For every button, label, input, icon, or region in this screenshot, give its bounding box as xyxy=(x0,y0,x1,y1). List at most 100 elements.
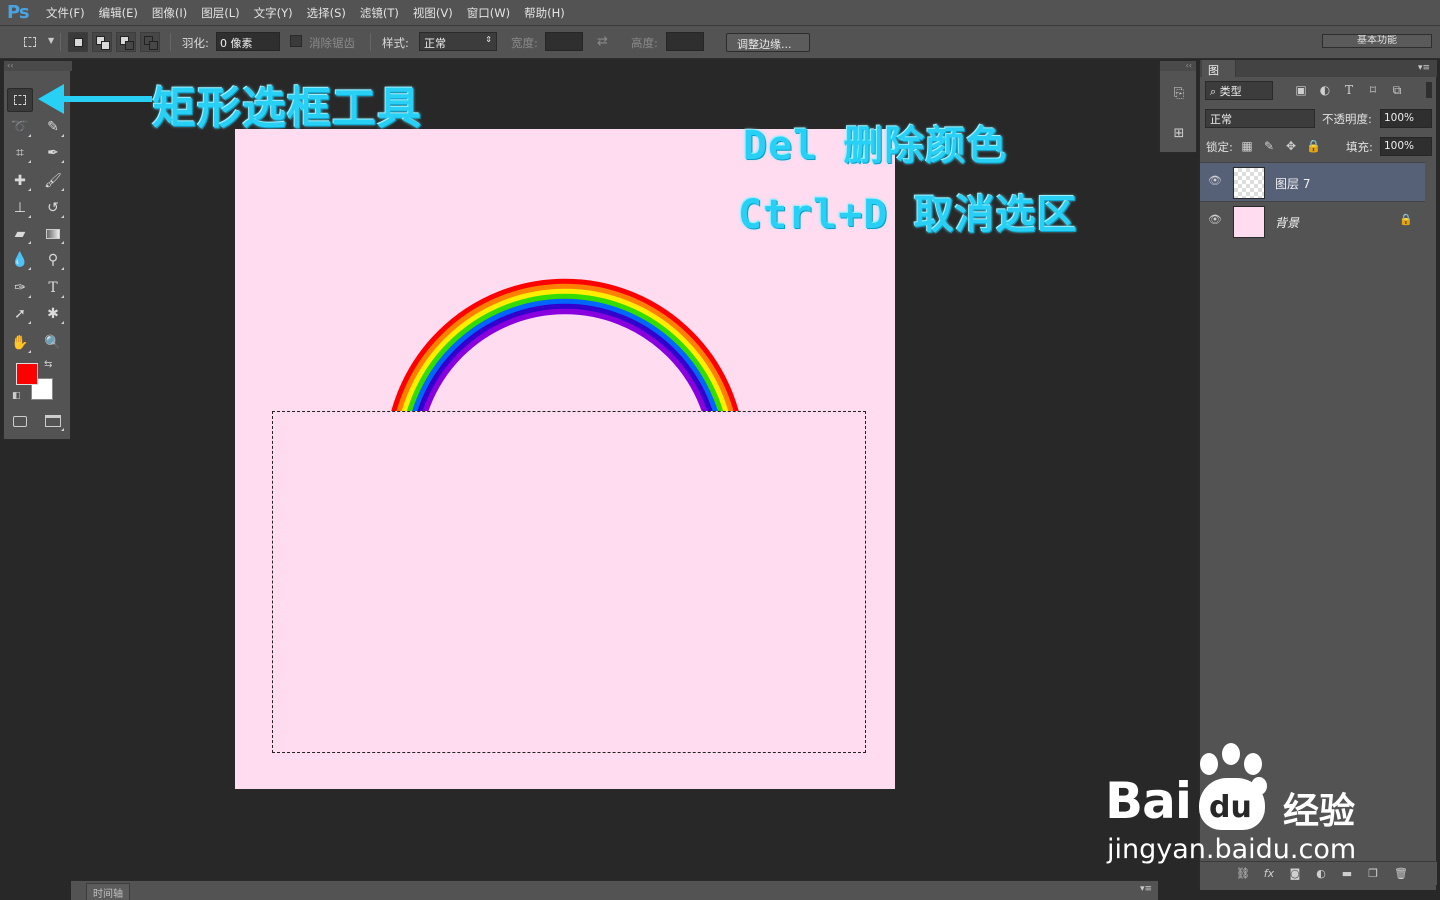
new-selection-button[interactable] xyxy=(68,32,88,52)
eye-icon[interactable]: 👁 xyxy=(1208,213,1222,227)
intersect-selection-button[interactable] xyxy=(140,32,160,52)
blur-tool[interactable]: 💧 xyxy=(7,248,33,272)
screen-mode-icon xyxy=(45,415,61,427)
add-to-selection-button[interactable] xyxy=(92,32,112,52)
eyedropper-tool[interactable]: ✒ xyxy=(40,141,66,165)
crop-icon: ⌗ xyxy=(16,145,24,161)
stamp-icon: ⊥ xyxy=(13,200,27,216)
adjustment-filter-icon[interactable]: ◐ xyxy=(1318,83,1332,97)
height-input[interactable] xyxy=(666,32,704,51)
annotation-delete-hint: Del 删除颜色 xyxy=(743,123,1008,169)
screen-mode-button[interactable] xyxy=(40,409,66,433)
default-colors-icon[interactable]: ◧ xyxy=(12,391,21,401)
tab-timeline[interactable]: 时间轴 xyxy=(86,883,130,900)
clone-stamp-tool[interactable]: ⊥ xyxy=(7,196,33,220)
menu-file[interactable]: 文件(F) xyxy=(46,5,85,21)
lock-label: 锁定: xyxy=(1206,140,1233,154)
layer-name: 图层 7 xyxy=(1275,177,1311,191)
dodge-tool[interactable]: ⚲ xyxy=(40,248,66,272)
eraser-icon: ▰ xyxy=(14,226,26,242)
watermark-url: jingyan.baidu.com xyxy=(1107,834,1357,865)
brush-tool[interactable]: 🖌 xyxy=(40,169,66,193)
antialias-checkbox[interactable] xyxy=(290,35,302,47)
menu-type[interactable]: 文字(Y) xyxy=(254,5,293,21)
tool-preset-picker[interactable]: ▼ xyxy=(20,32,54,52)
quick-mask-icon xyxy=(13,415,27,427)
collapsed-panels-strip: ‹‹ ⎘ ⊞ xyxy=(1159,60,1197,153)
type-tool[interactable]: T xyxy=(40,276,66,300)
width-input[interactable] xyxy=(545,32,583,51)
style-select[interactable]: 正常 ⇕ xyxy=(419,32,497,51)
kind-filter-select[interactable]: ⌕ 类型 xyxy=(1205,81,1273,100)
options-bar: ▼ 羽化: 0 像素 消除锯齿 样式: 正常 ⇕ 宽度: ⇄ 高度: 调整边缘.… xyxy=(0,26,1440,59)
quick-mask-button[interactable] xyxy=(7,409,33,433)
healing-brush-tool[interactable]: ✚ xyxy=(7,169,33,193)
panel-menu-icon[interactable]: ▾≡ xyxy=(1140,884,1152,894)
tab-layers[interactable]: 图层 xyxy=(1202,60,1236,93)
menu-filter[interactable]: 滤镜(T) xyxy=(360,5,399,21)
filter-toggle[interactable] xyxy=(1426,82,1432,98)
layer-thumbnail xyxy=(1233,206,1265,238)
eyedropper-icon: ✒ xyxy=(47,145,59,161)
gradient-tool[interactable] xyxy=(40,222,66,246)
photoshop-logo: Ps xyxy=(7,2,30,23)
lock-transparency-icon[interactable]: ▦ xyxy=(1240,139,1254,153)
width-label: 宽度: xyxy=(511,36,538,50)
custom-shape-tool[interactable]: ✱ xyxy=(40,302,66,326)
dodge-icon: ⚲ xyxy=(47,252,59,268)
crop-tool[interactable]: ⌗ xyxy=(7,141,33,165)
menu-select[interactable]: 选择(S) xyxy=(307,5,346,21)
menu-items: 文件(F) 编辑(E) 图像(I) 图层(L) 文字(Y) 选择(S) 滤镜(T… xyxy=(46,5,579,21)
layer-row-layer7[interactable]: 👁 图层 7 xyxy=(1200,162,1425,201)
history-brush-tool[interactable]: ↺ xyxy=(40,196,66,220)
chevron-updown-icon: ⇕ xyxy=(485,35,492,44)
eraser-tool[interactable]: ▰ xyxy=(7,222,33,246)
zoom-tool[interactable]: 🔍 xyxy=(40,331,66,355)
timeline-panel: 时间轴 ▾≡ xyxy=(71,880,1158,900)
fill-input[interactable]: 100% xyxy=(1380,137,1432,156)
history-brush-icon: ↺ xyxy=(47,200,59,216)
magnifier-icon: 🔍 xyxy=(44,335,62,351)
refine-edge-button[interactable]: 调整边缘... xyxy=(726,33,810,52)
menu-image[interactable]: 图像(I) xyxy=(152,5,187,21)
hand-tool[interactable]: ✋ xyxy=(7,331,33,355)
workspace-switcher[interactable]: 基本功能 xyxy=(1322,34,1432,48)
menu-help[interactable]: 帮助(H) xyxy=(524,5,565,21)
feather-input[interactable]: 0 像素 xyxy=(216,32,280,51)
menu-window[interactable]: 窗口(W) xyxy=(467,5,510,21)
pixel-filter-icon[interactable]: ▣ xyxy=(1294,83,1308,97)
smart-object-filter-icon[interactable]: ⧉ xyxy=(1390,83,1404,98)
layer-name: 背景 xyxy=(1275,216,1300,230)
panel-grip[interactable]: ‹‹ xyxy=(4,61,72,71)
annotation-arrow xyxy=(38,84,152,114)
panel-grip[interactable]: ‹‹ xyxy=(1160,61,1196,71)
properties-panel-button[interactable]: ⊞ xyxy=(1169,124,1189,144)
marquee-selection[interactable] xyxy=(272,411,866,753)
lasso-tool[interactable]: ➰ xyxy=(7,115,33,139)
panel-menu-icon[interactable]: ▾≡ xyxy=(1418,63,1430,73)
rect-marquee-tool[interactable] xyxy=(7,88,33,112)
swap-icon[interactable]: ⇄ xyxy=(597,34,608,54)
pen-tool[interactable]: ✑ xyxy=(7,276,33,300)
eye-icon[interactable]: 👁 xyxy=(1208,174,1222,188)
properties-icon: ⊞ xyxy=(1173,126,1185,141)
shape-filter-icon[interactable]: ⌑ xyxy=(1366,83,1380,97)
menu-edit[interactable]: 编辑(E) xyxy=(99,5,138,21)
type-filter-icon[interactable]: T xyxy=(1342,83,1356,97)
path-selection-tool[interactable]: ➚ xyxy=(7,302,33,326)
lock-pixels-icon[interactable]: ✎ xyxy=(1262,139,1276,153)
swap-colors-icon[interactable]: ⇆ xyxy=(44,359,52,370)
opacity-input[interactable]: 100% xyxy=(1380,109,1432,128)
menu-view[interactable]: 视图(V) xyxy=(413,5,453,21)
foreground-color-swatch[interactable] xyxy=(16,363,38,385)
arrow-icon: ➚ xyxy=(14,306,26,322)
trash-icon[interactable]: 🗑 xyxy=(1392,867,1410,880)
lock-all-icon[interactable]: 🔒 xyxy=(1306,139,1321,153)
history-panel-button[interactable]: ⎘ xyxy=(1169,84,1189,104)
menu-layer[interactable]: 图层(L) xyxy=(201,5,239,21)
divider xyxy=(370,33,371,51)
lock-position-icon[interactable]: ✥ xyxy=(1284,139,1298,153)
blend-mode-select[interactable]: 正常 xyxy=(1205,109,1315,128)
subtract-from-selection-button[interactable] xyxy=(116,32,136,52)
layer-row-background[interactable]: 👁 背景 🔒 xyxy=(1200,201,1425,240)
